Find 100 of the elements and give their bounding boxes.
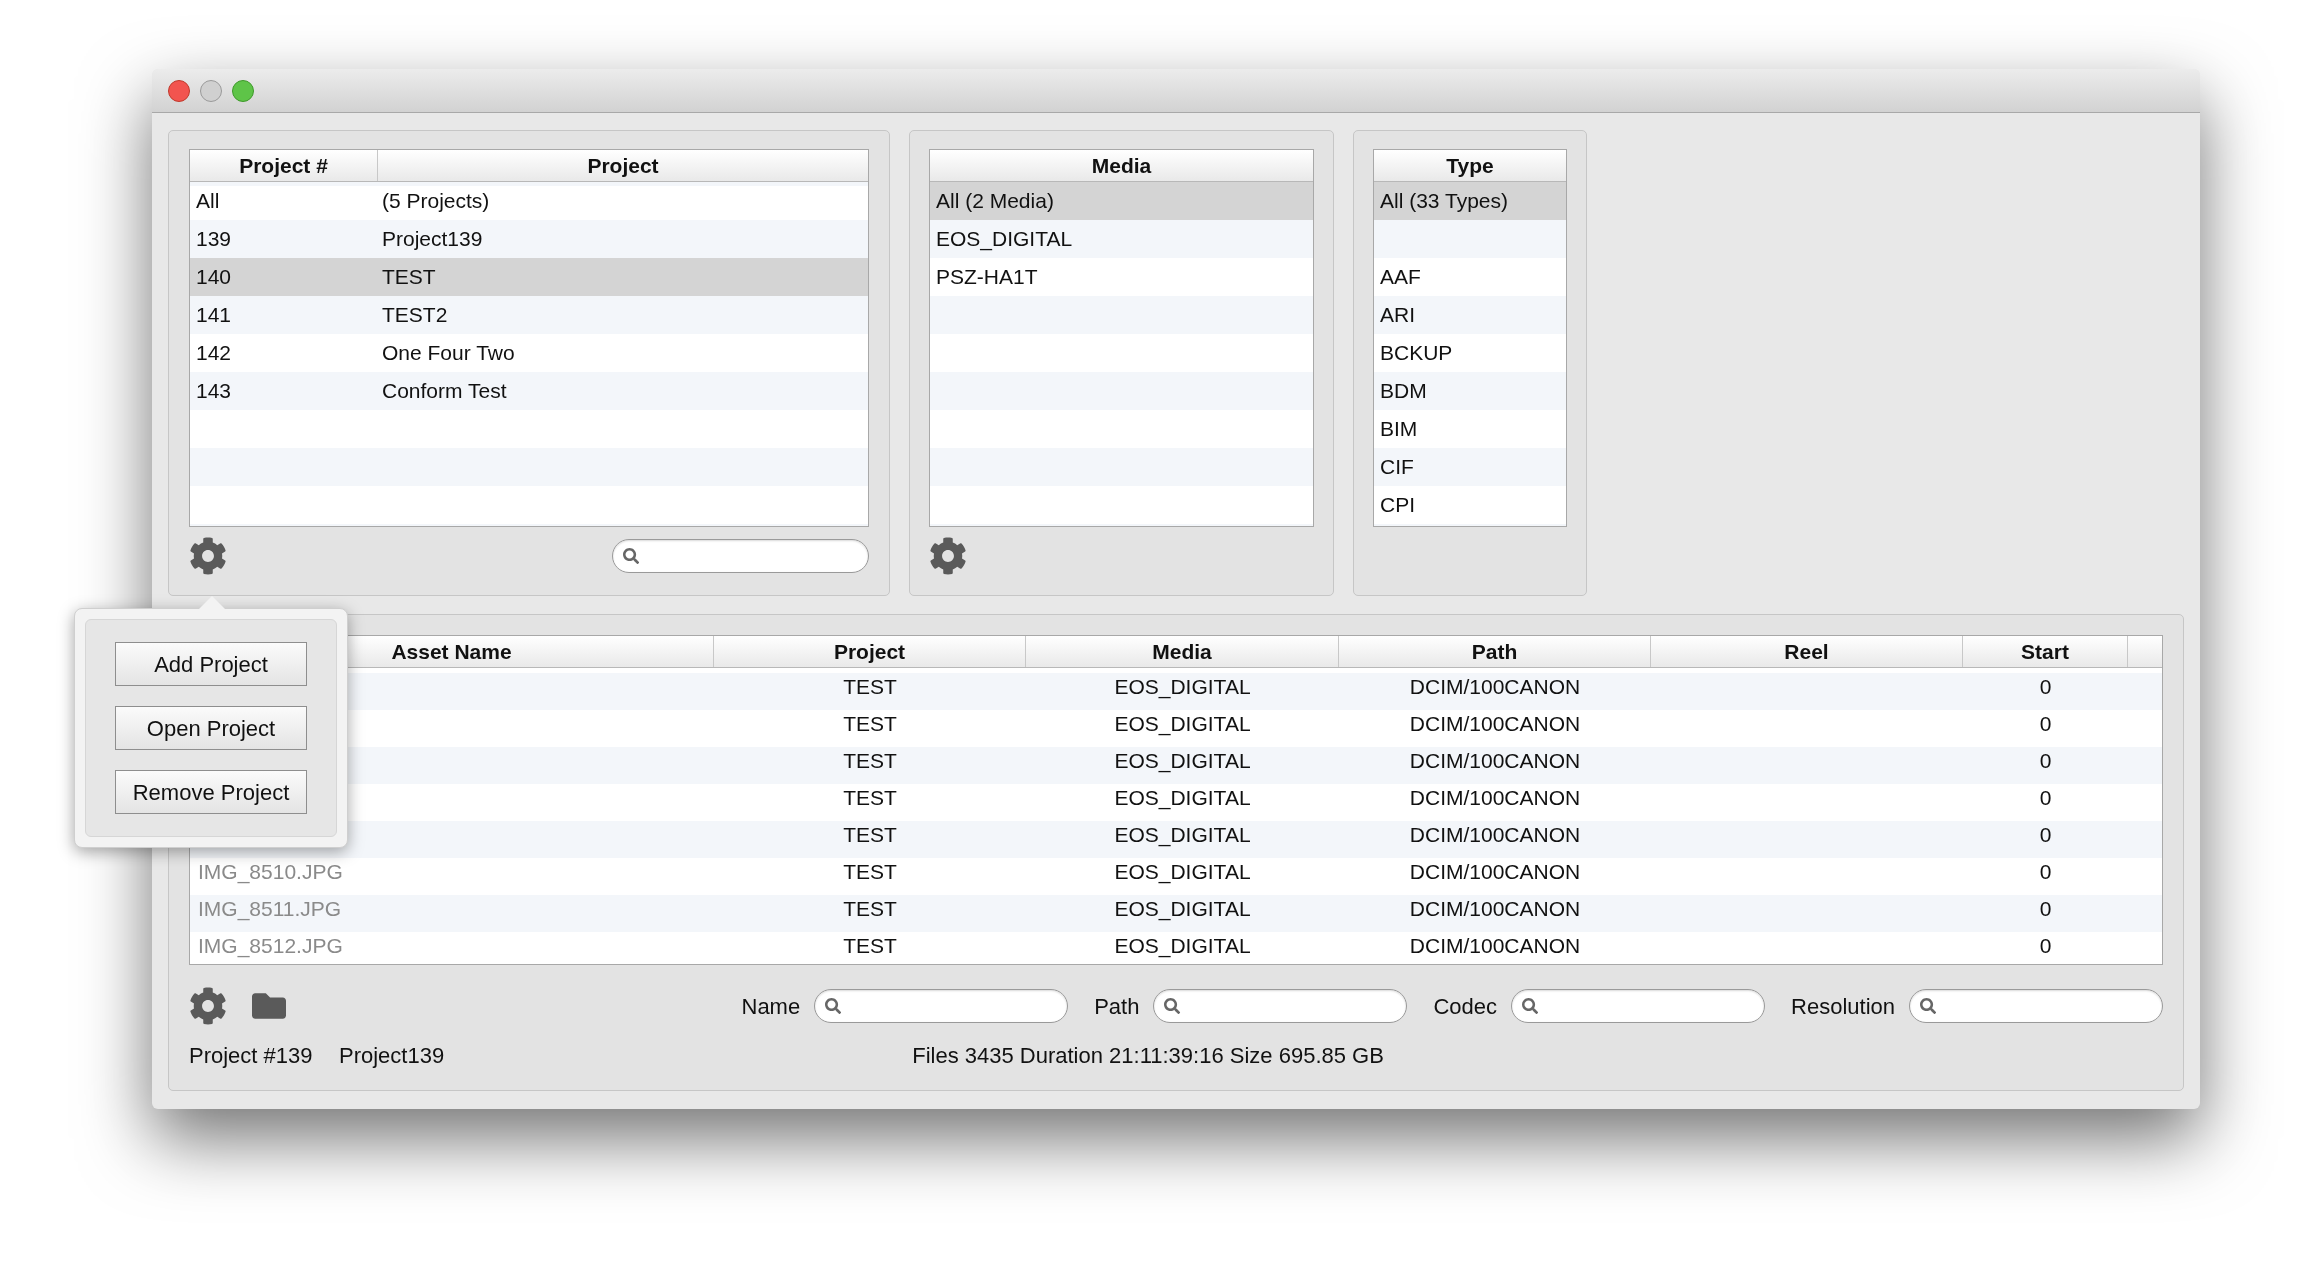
table-cell-text: IMG_8510.JPG [198, 858, 343, 886]
table-cell-text: (5 Projects) [381, 188, 490, 215]
table-cell-text: DCIM/100CANON [1409, 710, 1581, 737]
column-header[interactable]: Reel [1784, 635, 1829, 668]
type-row[interactable]: All (33 Types) [1374, 182, 1566, 220]
table-cell-text: Project139 [381, 226, 483, 253]
type-row[interactable]: ARI [1374, 296, 1566, 334]
table-cell-text: 0 [2039, 821, 2052, 848]
table-cell-text: EOS_DIGITAL [1114, 932, 1251, 960]
table-cell-text: All [195, 188, 221, 215]
table-cell-text: Conform Test [381, 378, 507, 405]
table-cell-text: 0 [2039, 673, 2052, 700]
filter-label: Codec [1433, 992, 1498, 1021]
type-row[interactable]: AAF [1374, 258, 1566, 296]
table-cell-text: 0 [2039, 932, 2052, 959]
search-field[interactable] [814, 989, 1069, 1023]
close-window-button[interactable] [168, 79, 190, 102]
table-cell-text: DCIM/100CANON [1409, 747, 1581, 774]
column-header[interactable]: Project [833, 635, 906, 668]
project-name-label: Project139 [339, 1042, 445, 1070]
table-cell-text: DCIM/100CANON [1409, 784, 1581, 811]
search-icon [1522, 997, 1539, 1015]
filter-label: Resolution [1791, 992, 1895, 1021]
minimize-window-button[interactable] [200, 79, 222, 102]
status-summary: Files 3435 Duration 21:11:39:16 Size 695.85 GB [912, 1042, 1384, 1070]
table-cell-text: EOS_DIGITAL [1114, 858, 1251, 886]
type-row[interactable]: BCKUP [1374, 334, 1566, 372]
table-cell-text: TEST [843, 821, 897, 848]
type-row[interactable]: BIM [1374, 410, 1566, 448]
project-row[interactable]: 140 TEST [190, 258, 868, 296]
table-cell-text: TEST2 [381, 302, 448, 329]
table-cell-text: 0 [2039, 895, 2052, 922]
search-field[interactable] [1153, 989, 1408, 1023]
column-header[interactable]: Media [1152, 635, 1212, 668]
table-cell-text: 0 [2039, 784, 2052, 811]
table-cell-text: TEST [843, 710, 897, 737]
search-field[interactable] [1909, 989, 2163, 1023]
table-cell-text: TEST [843, 858, 897, 885]
project-number-label: Project #139 [189, 1042, 314, 1070]
table-cell-text: DCIM/100CANON [1409, 895, 1581, 922]
project-row[interactable]: All (5 Projects) [190, 182, 868, 220]
table-cell-text: 140 [195, 264, 233, 291]
project-row[interactable]: 141 TEST2 [190, 296, 868, 334]
table-cell-text: EOS_DIGITAL [1114, 747, 1251, 775]
table-cell-text: DCIM/100CANON [1409, 858, 1581, 885]
type-row[interactable]: BDM [1374, 372, 1566, 410]
project-row[interactable]: 142 One Four Two [190, 334, 868, 372]
table-cell-text: TEST [843, 932, 897, 959]
search-field[interactable] [1511, 989, 1766, 1023]
search-icon [623, 547, 640, 565]
table-cell-text: 142 [195, 340, 233, 367]
popover-button[interactable]: Remove Project [115, 770, 307, 814]
table-cell-text: EOS_DIGITAL [1114, 710, 1251, 738]
table-cell-text: EOS_DIGITAL [1114, 821, 1251, 849]
filter-label: Name [741, 992, 801, 1021]
table-cell-text: IMG_8511.JPG [198, 895, 342, 923]
search-icon [1164, 997, 1181, 1015]
column-header[interactable]: Start [2021, 635, 2069, 668]
table-cell-text: DCIM/100CANON [1409, 821, 1581, 848]
type-row[interactable]: CPI [1374, 486, 1566, 524]
table-cell-text: One Four Two [381, 340, 515, 367]
media-row[interactable]: EOS_DIGITAL [930, 220, 1313, 258]
column-header[interactable]: Asset Name [391, 635, 512, 668]
column-header[interactable]: Project [587, 149, 659, 182]
type-row[interactable]: CIF [1374, 448, 1566, 486]
table-cell-text: EOS_DIGITAL [1114, 673, 1251, 701]
table-cell-text: TEST [843, 895, 897, 922]
table-cell-text: 141 [195, 302, 233, 329]
popover-button[interactable]: Open Project [115, 706, 307, 750]
search-field[interactable] [612, 539, 869, 573]
zoom-window-button[interactable] [232, 79, 254, 102]
table-cell-text: 143 [195, 378, 233, 405]
column-header[interactable]: Type [1446, 149, 1494, 182]
table-cell-text: DCIM/100CANON [1409, 673, 1581, 700]
popover-button[interactable]: Add Project [115, 642, 307, 686]
table-cell-text: TEST [843, 747, 897, 774]
table-cell-text: 139 [195, 226, 233, 253]
project-row[interactable]: 143 Conform Test [190, 372, 868, 410]
column-header[interactable]: Project # [239, 149, 328, 182]
table-cell-text: 0 [2039, 858, 2052, 885]
table-cell-text: 0 [2039, 747, 2052, 774]
settings-icon[interactable] [929, 537, 967, 575]
table-cell-text: TEST [381, 264, 436, 291]
settings-icon[interactable] [189, 537, 227, 575]
column-header[interactable]: Media [1091, 149, 1152, 182]
filter-label: Path [1094, 992, 1140, 1021]
table-cell-text: IMG_8512.JPG [198, 932, 343, 960]
table-cell-text: EOS_DIGITAL [1114, 895, 1251, 923]
media-row[interactable]: PSZ-HA1T [930, 258, 1313, 296]
table-cell-text: TEST [843, 784, 897, 811]
media-row[interactable]: All (2 Media) [930, 182, 1313, 220]
settings-icon[interactable] [189, 987, 227, 1025]
table-cell-text: 0 [2039, 710, 2052, 737]
table-cell-text: DCIM/100CANON [1409, 932, 1581, 959]
search-icon [825, 997, 842, 1015]
table-cell-text: EOS_DIGITAL [1114, 784, 1251, 812]
search-icon [1920, 997, 1937, 1015]
project-row[interactable]: 139 Project139 [190, 220, 868, 258]
column-header[interactable]: Path [1471, 635, 1518, 668]
table-cell-text: TEST [843, 673, 897, 700]
